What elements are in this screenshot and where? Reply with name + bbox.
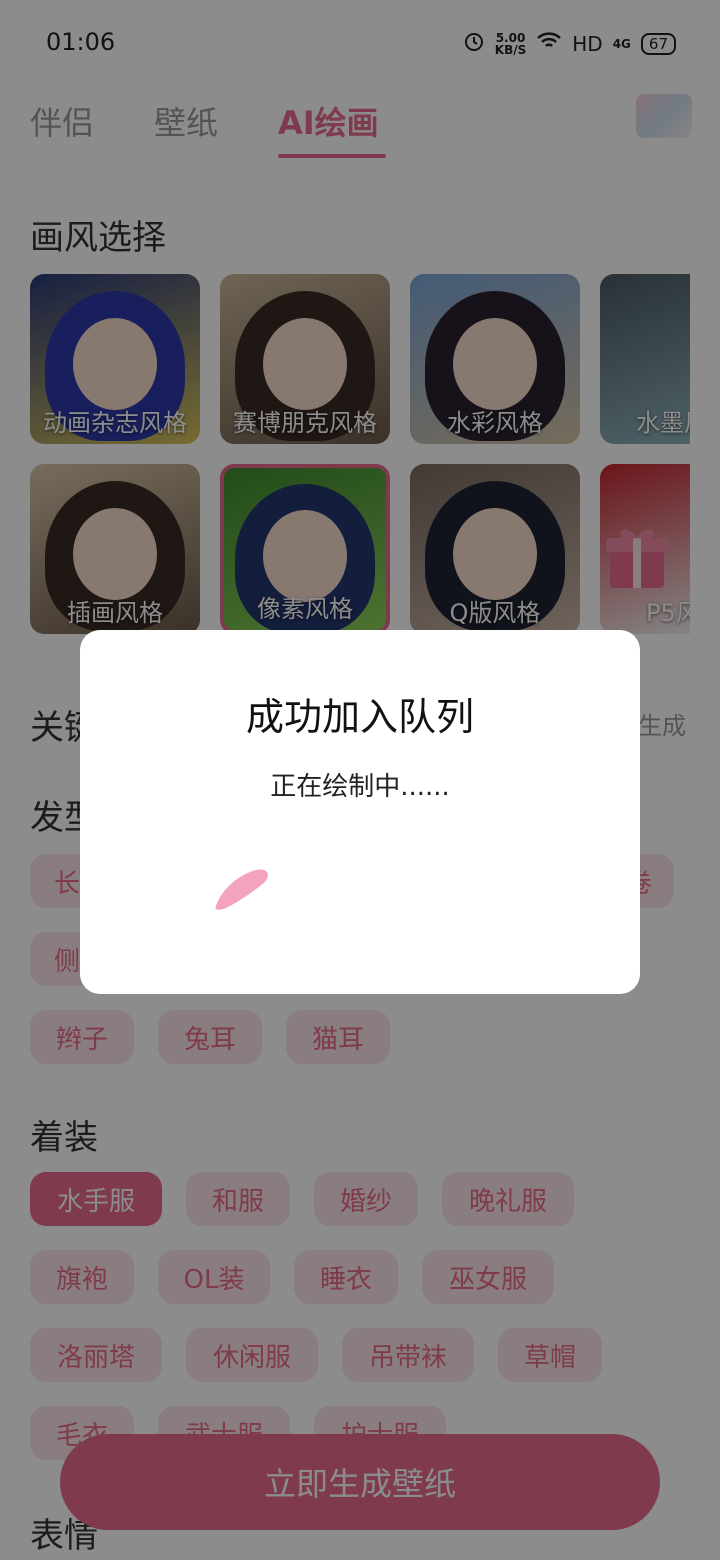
queue-success-dialog: 成功加入队列 正在绘制中...... xyxy=(80,630,640,994)
dialog-subtitle: 正在绘制中...... xyxy=(270,772,450,802)
loading-brush-icon xyxy=(208,860,280,920)
dialog-title: 成功加入队列 xyxy=(245,695,474,739)
